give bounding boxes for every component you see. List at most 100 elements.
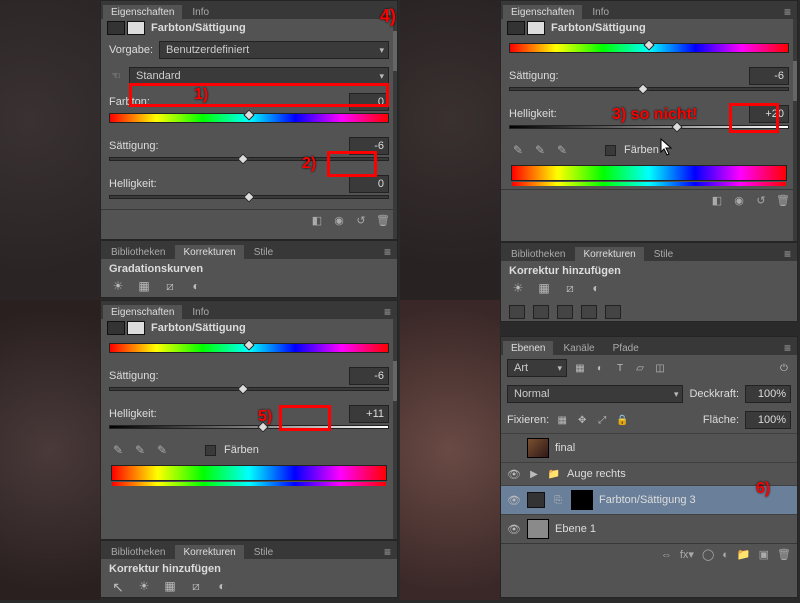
adj-preset-4[interactable]	[581, 305, 597, 319]
eyedropper-plus-icon[interactable]: ✎	[133, 443, 147, 457]
tab-kanaele[interactable]: Kanäle	[555, 341, 602, 355]
brightness-icon[interactable]: ☀	[135, 579, 153, 595]
fx-icon[interactable]: fx▾	[680, 548, 694, 561]
exposure-icon[interactable]: ◐	[187, 279, 205, 295]
saturation-slider[interactable]	[109, 157, 389, 161]
tab-stile[interactable]: Stile	[246, 245, 281, 259]
mask-icon[interactable]	[127, 321, 145, 335]
tab-stile[interactable]: Stile	[646, 247, 681, 261]
lightness-value[interactable]: +11	[349, 405, 389, 423]
clip-icon[interactable]: ◧	[309, 214, 325, 228]
panel-menu-icon[interactable]: ≡	[378, 245, 397, 259]
fill-value[interactable]: 100%	[745, 411, 791, 429]
saturation-slider[interactable]	[109, 387, 389, 391]
exposure-icon[interactable]: ◐	[587, 281, 605, 297]
hue-slider[interactable]	[109, 343, 389, 353]
trash-icon[interactable]: 🗑	[375, 214, 391, 228]
reset-icon[interactable]: ↺	[353, 214, 369, 228]
mask-add-icon[interactable]: ◯	[702, 548, 714, 561]
tab-eigenschaften[interactable]: Eigenschaften	[103, 305, 182, 319]
new-layer-icon[interactable]: ▣	[759, 548, 769, 561]
spectrum-bar[interactable]	[511, 165, 787, 181]
layer-row[interactable]: 👁 Ebene 1	[501, 514, 797, 543]
mask-icon[interactable]	[527, 21, 545, 35]
hue-slider[interactable]	[109, 113, 389, 123]
delete-layer-icon[interactable]: 🗑	[777, 548, 791, 561]
brightness-icon[interactable]: ☀	[109, 279, 127, 295]
spectrum-bar[interactable]	[111, 465, 387, 481]
eyedropper-plus-icon[interactable]: ✎	[533, 143, 547, 157]
finger-scrub-icon[interactable]: ☜	[109, 69, 123, 83]
layer-thumb[interactable]	[527, 438, 549, 458]
layer-name[interactable]: Farbton/Sättigung 3	[599, 494, 696, 506]
visibility-icon[interactable]: 👁	[507, 523, 521, 536]
colorize-checkbox[interactable]	[205, 445, 216, 456]
lock-position-icon[interactable]: ✥	[575, 413, 589, 427]
lightness-value[interactable]: +20	[749, 105, 789, 123]
lightness-slider[interactable]	[109, 195, 389, 199]
new-group-icon[interactable]: 📁	[737, 548, 751, 561]
eyedropper-minus-icon[interactable]: ✎	[155, 443, 169, 457]
eyedropper-minus-icon[interactable]: ✎	[555, 143, 569, 157]
tab-bibliotheken[interactable]: Bibliotheken	[103, 245, 173, 259]
exposure-icon[interactable]: ◐	[213, 579, 231, 595]
reset-icon[interactable]: ↺	[753, 194, 769, 208]
clip-icon[interactable]: ◧	[709, 194, 725, 208]
levels-icon[interactable]: ▦	[161, 579, 179, 595]
filter-smart-icon[interactable]: ◫	[653, 361, 667, 375]
curves-icon[interactable]: ⧄	[187, 579, 205, 595]
layer-name[interactable]: Ebene 1	[555, 523, 596, 535]
hue-value[interactable]: 0	[349, 93, 389, 111]
lightness-value[interactable]: 0	[349, 175, 389, 193]
mask-icon[interactable]	[127, 21, 145, 35]
lock-pixels-icon[interactable]: ▦	[555, 413, 569, 427]
tab-bibliotheken[interactable]: Bibliotheken	[503, 247, 573, 261]
link-icon[interactable]: ⎘	[551, 493, 565, 507]
tab-korrekturen[interactable]: Korrekturen	[575, 247, 643, 261]
lightness-slider[interactable]	[509, 125, 789, 129]
lightness-slider[interactable]	[109, 425, 389, 429]
filter-type-icon[interactable]: T	[613, 361, 627, 375]
opacity-value[interactable]: 100%	[745, 385, 791, 403]
visibility-icon[interactable]: 👁	[507, 494, 521, 507]
levels-icon[interactable]: ▦	[535, 281, 553, 297]
view-prev-icon[interactable]: ◉	[731, 194, 747, 208]
adj-preset-1[interactable]	[509, 305, 525, 319]
preset-dropdown[interactable]: Benutzerdefiniert	[159, 41, 389, 59]
layer-name[interactable]: Auge rechts	[567, 468, 626, 480]
levels-icon[interactable]: ▦	[135, 279, 153, 295]
link-layers-icon[interactable]: ⇔	[661, 549, 672, 561]
saturation-value[interactable]: -6	[349, 137, 389, 155]
tab-korrekturen[interactable]: Korrekturen	[175, 245, 243, 259]
filter-pixel-icon[interactable]: ▦	[573, 361, 587, 375]
lock-nested-icon[interactable]: ⤢	[595, 413, 609, 427]
panel-menu-icon[interactable]: ≡	[778, 341, 797, 355]
tab-eigenschaften[interactable]: Eigenschaften	[103, 5, 182, 19]
saturation-value[interactable]: -6	[349, 367, 389, 385]
visibility-icon[interactable]: 👁	[507, 468, 521, 481]
blend-mode-dropdown[interactable]: Normal	[507, 385, 683, 403]
colorize-checkbox[interactable]	[605, 145, 616, 156]
panel-menu-icon[interactable]: ≡	[378, 305, 397, 319]
curves-icon[interactable]: ⧄	[161, 279, 179, 295]
curves-icon[interactable]: ⧄	[561, 281, 579, 297]
panel-menu-icon[interactable]: ≡	[378, 545, 397, 559]
tab-bibliotheken[interactable]: Bibliotheken	[103, 545, 173, 559]
trash-icon[interactable]: 🗑	[775, 194, 791, 208]
layer-row[interactable]: final	[501, 433, 797, 462]
tab-eigenschaften[interactable]: Eigenschaften	[503, 5, 582, 19]
adj-preset-2[interactable]	[533, 305, 549, 319]
range-dropdown[interactable]: Standard	[129, 67, 389, 85]
filter-adjust-icon[interactable]: ◐	[593, 361, 607, 375]
tab-ebenen[interactable]: Ebenen	[503, 341, 553, 355]
tab-info[interactable]: Info	[584, 5, 617, 19]
filter-shape-icon[interactable]: ▱	[633, 361, 647, 375]
tab-info[interactable]: Info	[184, 305, 217, 319]
filter-type-dropdown[interactable]: Art	[507, 359, 567, 377]
layer-thumb[interactable]	[527, 519, 549, 539]
group-expand-icon[interactable]: ▶	[527, 467, 541, 481]
view-prev-icon[interactable]: ◉	[331, 214, 347, 228]
adj-preset-5[interactable]	[605, 305, 621, 319]
mask-thumb[interactable]	[571, 490, 593, 510]
eyedropper-icon[interactable]: ✎	[111, 443, 125, 457]
